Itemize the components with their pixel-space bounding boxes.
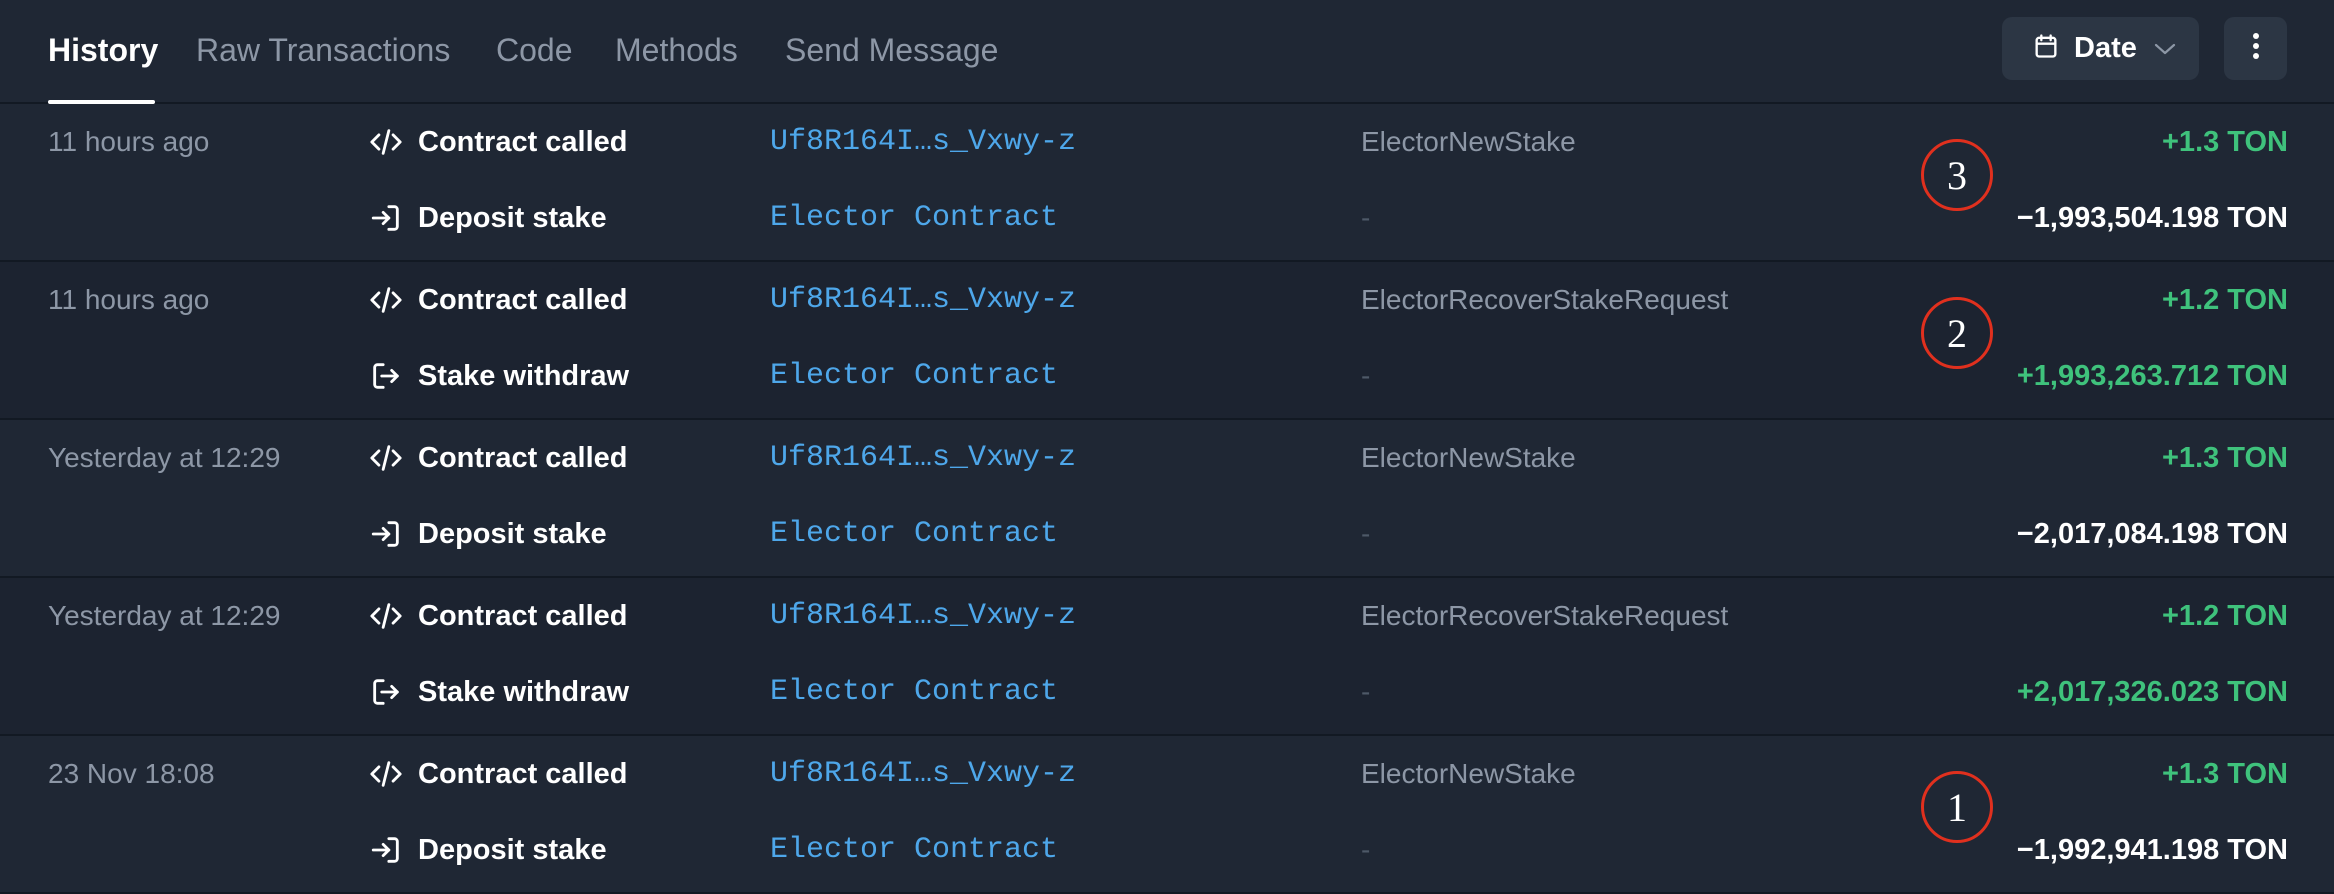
amount-value: −1,993,504.198 TON [2016,202,2288,234]
action-label: Contract called [418,441,628,474]
address-link[interactable]: Uf8R164I…s_Vxwy-z [770,280,1076,320]
transaction-row[interactable]: 23 Nov 18:08 Contract called Uf8R164I…s_Vx… [0,736,2334,894]
transaction-time: 11 hours ago [48,126,210,157]
address-link[interactable]: Uf8R164I…s_Vxwy-z [770,596,1076,636]
operation-name: ElectorNewStake [1361,442,1576,473]
amount-value: +1,993,263.712 TON [2016,360,2288,392]
action-label: Stake withdraw [418,675,630,708]
operation-name: - [1361,676,1371,707]
operation-name: - [1361,360,1371,391]
operation-name: ElectorNewStake [1361,126,1576,157]
action-label: Deposit stake [418,517,607,550]
amount-value: +1.2 TON [2162,284,2288,316]
action-label: Deposit stake [418,201,607,234]
transaction-row[interactable]: 11 hours ago Contract called Uf8R164I…s_Vx… [0,104,2334,262]
transaction-time: 11 hours ago [48,284,210,315]
operation-name: - [1361,518,1371,549]
transaction-time: 23 Nov 18:08 [48,758,215,789]
action-label: Contract called [418,599,628,632]
chevron-down-icon [2153,41,2177,57]
transaction-time: Yesterday at 12:29 [48,442,281,473]
date-filter-button[interactable]: Date [2002,17,2199,80]
action-label: Contract called [418,757,628,790]
transaction-action: Deposit stake [368,514,607,554]
code-icon [368,282,404,318]
address-link[interactable]: Elector Contract [770,514,1058,554]
operation-name: - [1361,834,1371,865]
amount-value: +1.2 TON [2162,600,2288,632]
sign-in-icon [368,832,404,868]
transaction-action: Deposit stake [368,830,607,870]
annotation-marker: 3 [1921,139,1993,211]
tab-history[interactable]: History [48,30,158,70]
action-label: Deposit stake [418,833,607,866]
code-icon [368,756,404,792]
transaction-row[interactable]: Yesterday at 12:29 Contract called Uf8R164… [0,420,2334,578]
sign-out-icon [368,674,404,710]
date-filter-label: Date [2074,32,2137,64]
more-vertical-icon [2252,32,2260,65]
amount-value: +1.3 TON [2162,126,2288,158]
transaction-action: Contract called [368,596,628,636]
tab-methods[interactable]: Methods [615,30,738,70]
top-bar: History Raw Transactions Code Methods Se… [0,0,2334,104]
amount-value: −2,017,084.198 TON [2016,518,2288,550]
transaction-action: Contract called [368,122,628,162]
address-link[interactable]: Elector Contract [770,830,1058,870]
address-link[interactable]: Elector Contract [770,198,1058,238]
amount-value: −1,992,941.198 TON [2016,834,2288,866]
annotation-marker: 2 [1921,297,1993,369]
address-link[interactable]: Uf8R164I…s_Vxwy-z [770,754,1076,794]
more-options-button[interactable] [2224,17,2287,80]
amount-value: +1.3 TON [2162,442,2288,474]
address-link[interactable]: Elector Contract [770,356,1058,396]
amount-value: +2,017,326.023 TON [2016,676,2288,708]
sign-in-icon [368,200,404,236]
transaction-action: Contract called [368,438,628,478]
annotation-marker: 1 [1921,771,1993,843]
sign-in-icon [368,516,404,552]
operation-name: ElectorRecoverStakeRequest [1361,284,1729,315]
tab-raw-transactions[interactable]: Raw Transactions [196,30,450,70]
operation-name: ElectorNewStake [1361,758,1576,789]
code-icon [368,124,404,160]
address-link[interactable]: Uf8R164I…s_Vxwy-z [770,438,1076,478]
transaction-action: Deposit stake [368,198,607,238]
code-icon [368,440,404,476]
action-label: Contract called [418,283,628,316]
transaction-action: Contract called [368,280,628,320]
tab-send-message[interactable]: Send Message [785,30,998,70]
amount-value: +1.3 TON [2162,758,2288,790]
operation-name: ElectorRecoverStakeRequest [1361,600,1729,631]
address-link[interactable]: Elector Contract [770,672,1058,712]
action-label: Stake withdraw [418,359,630,392]
sign-out-icon [368,358,404,394]
tab-code[interactable]: Code [496,30,573,70]
transaction-action: Stake withdraw [368,356,629,396]
operation-name: - [1361,202,1371,233]
transaction-row[interactable]: Yesterday at 12:29 Contract called Uf8R164… [0,578,2334,736]
transaction-action: Stake withdraw [368,672,629,712]
transaction-action: Contract called [368,754,628,794]
transaction-time: Yesterday at 12:29 [48,600,281,631]
transaction-row[interactable]: 11 hours ago Contract called Uf8R164I…s_Vx… [0,262,2334,420]
code-icon [368,598,404,634]
address-link[interactable]: Uf8R164I…s_Vxwy-z [770,122,1076,162]
calendar-icon [2032,32,2060,65]
action-label: Contract called [418,125,628,158]
